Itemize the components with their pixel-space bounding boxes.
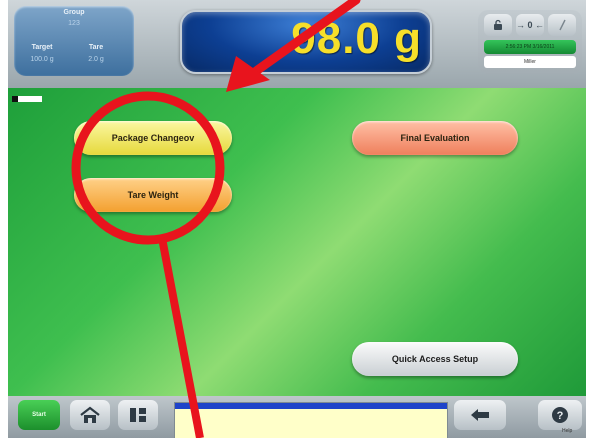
tare-icon[interactable] <box>548 14 576 36</box>
weight-display: 98.0 g <box>180 10 432 74</box>
svg-text:?: ? <box>557 410 564 422</box>
target-value: 100.0 g <box>30 56 54 63</box>
tare-weight-button[interactable]: Tare Weight <box>74 178 232 212</box>
package-changeover-button[interactable]: Package Changeov <box>74 121 232 155</box>
message-bar-header <box>175 403 447 409</box>
help-icon[interactable]: ? <box>538 400 582 430</box>
weight-value: 98.0 g <box>291 14 422 63</box>
datetime-strip: 2:56:23 PM 3/16/2011 <box>484 40 576 54</box>
terminal-screen: Group 123 Target 100.0 g Tare 2.0 g 98.0… <box>8 0 586 438</box>
group-label: Group <box>63 9 85 16</box>
user-strip: Miller <box>484 56 576 68</box>
tare-value: 2.0 g <box>88 56 104 63</box>
zero-label: → 0 ← <box>516 20 545 30</box>
zero-icon[interactable]: → 0 ← <box>516 14 544 36</box>
status-panel: → 0 ← 2:56:23 PM 3/16/2011 Miller <box>478 10 582 74</box>
target-label: Target <box>31 44 53 51</box>
home-icon[interactable] <box>70 400 110 430</box>
group-value: 123 <box>68 20 80 27</box>
back-icon[interactable] <box>454 400 506 430</box>
quick-access-setup-button[interactable]: Quick Access Setup <box>352 342 518 376</box>
header-bar: Group 123 Target 100.0 g Tare 2.0 g 98.0… <box>8 0 586 88</box>
columns-icon[interactable] <box>118 400 158 430</box>
corner-marker <box>12 96 42 102</box>
help-label: Help <box>562 428 573 434</box>
group-target-panel: Group 123 Target 100.0 g Tare 2.0 g <box>14 6 134 76</box>
footer-bar: Start ? Help <box>8 396 586 438</box>
main-area: Package Changeov Tare Weight Final Evalu… <box>8 88 586 396</box>
final-evaluation-button[interactable]: Final Evaluation <box>352 121 518 155</box>
tare-label: Tare <box>88 44 104 51</box>
lock-icon[interactable] <box>484 14 512 36</box>
message-bar <box>174 402 448 438</box>
start-button[interactable]: Start <box>18 400 60 430</box>
